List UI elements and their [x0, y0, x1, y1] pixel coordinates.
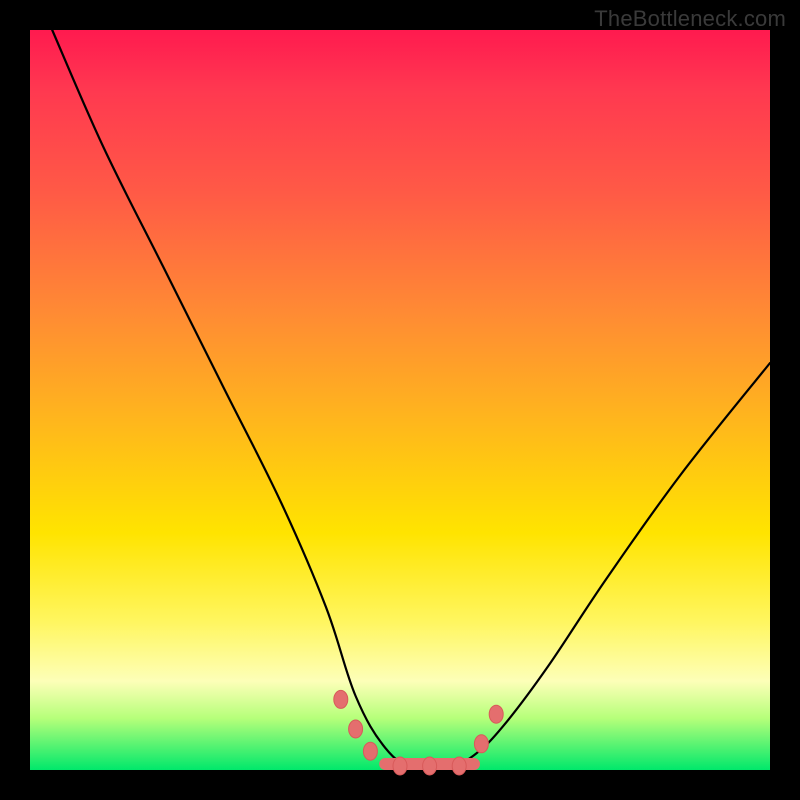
curve-marker [349, 720, 363, 738]
curve-marker [489, 705, 503, 723]
plot-area [30, 30, 770, 770]
watermark-label: TheBottleneck.com [594, 6, 786, 32]
curve-svg [30, 30, 770, 770]
curve-marker [423, 757, 437, 775]
curve-marker [393, 757, 407, 775]
bottleneck-curve [52, 30, 770, 773]
chart-frame: TheBottleneck.com [0, 0, 800, 800]
curve-marker [452, 757, 466, 775]
curve-marker [363, 742, 377, 760]
curve-marker [474, 735, 488, 753]
curve-marker [334, 690, 348, 708]
